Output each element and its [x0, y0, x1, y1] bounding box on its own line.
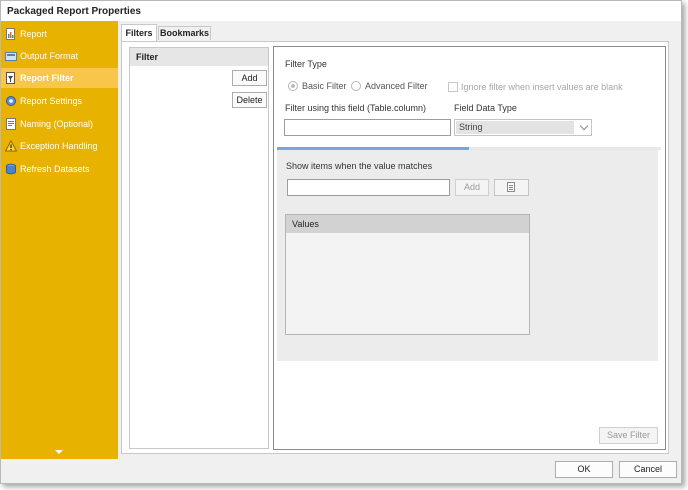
sidebar-item-exception-handling[interactable]: Exception Handling	[1, 136, 118, 156]
output-format-icon	[5, 50, 17, 62]
basic-filter-label: Basic Filter	[302, 81, 347, 91]
chevron-down-icon	[579, 121, 589, 131]
naming-icon	[5, 118, 17, 130]
save-filter-button[interactable]: Save Filter	[599, 427, 658, 444]
sidebar-item-report-filter[interactable]: Report Filter	[1, 68, 118, 88]
sidebar-item-label: Naming (Optional)	[20, 119, 94, 129]
basic-filter-radio[interactable]	[288, 81, 298, 91]
filter-type-label: Filter Type	[285, 59, 327, 69]
document-icon	[507, 182, 515, 192]
advanced-filter-label: Advanced Filter	[365, 81, 428, 91]
match-value-input[interactable]	[287, 179, 450, 196]
dialog-window: Packaged Report Properties Report Output…	[0, 0, 682, 484]
cancel-button[interactable]: Cancel	[619, 461, 677, 478]
add-filter-button[interactable]: Add	[232, 70, 267, 86]
sidebar-item-label: Output Format	[20, 51, 79, 61]
sidebar-item-report[interactable]: Report	[1, 24, 118, 44]
values-list: Values	[285, 214, 530, 335]
values-header: Values	[286, 215, 529, 233]
delete-filter-button[interactable]: Delete	[232, 92, 267, 108]
tab-bookmarks[interactable]: Bookmarks	[158, 26, 211, 40]
sidebar-item-label: Exception Handling	[20, 141, 98, 151]
match-label: Show items when the value matches	[286, 161, 433, 171]
warning-icon	[4, 139, 18, 152]
sidebar-item-refresh-datasets[interactable]: Refresh Datasets	[1, 159, 118, 179]
data-type-select[interactable]: String	[454, 119, 592, 136]
add-value-button[interactable]: Add	[455, 179, 489, 196]
ignore-filter-checkbox[interactable]	[448, 82, 458, 92]
refresh-datasets-icon	[5, 163, 17, 175]
ignore-filter-label: Ignore filter when insert values are bla…	[461, 82, 623, 92]
sidebar-item-report-settings[interactable]: Report Settings	[1, 91, 118, 111]
field-input[interactable]	[284, 119, 451, 136]
scroll-down-icon[interactable]	[55, 450, 63, 454]
report-icon	[5, 28, 17, 40]
field-label: Filter using this field (Table.column)	[285, 103, 427, 113]
ok-button[interactable]: OK	[555, 461, 613, 478]
filters-tab-content: Filter Add Delete Filter Type Basic Filt…	[121, 41, 669, 454]
sidebar-item-label: Report	[20, 29, 48, 39]
title-bar: Packaged Report Properties	[1, 1, 681, 21]
tab-filters[interactable]: Filters	[121, 24, 157, 42]
browse-values-button[interactable]	[494, 179, 529, 196]
sidebar-item-output-format[interactable]: Output Format	[1, 46, 118, 66]
filter-editor-panel: Filter Type Basic Filter Advanced Filter…	[273, 46, 666, 450]
window-title: Packaged Report Properties	[7, 6, 141, 17]
report-settings-icon	[5, 95, 17, 107]
value-match-area: Show items when the value matches Add Va…	[277, 150, 658, 361]
sidebar-item-label: Refresh Datasets	[20, 164, 90, 174]
sidebar: Report Output Format Report Filter Repor…	[1, 21, 118, 459]
data-type-label: Field Data Type	[454, 103, 517, 113]
report-filter-icon	[5, 72, 17, 84]
sidebar-item-label: Report Filter	[20, 73, 74, 83]
advanced-filter-radio[interactable]	[351, 81, 361, 91]
data-type-value: String	[456, 121, 574, 134]
sidebar-item-label: Report Settings	[20, 96, 83, 106]
sidebar-item-naming[interactable]: Naming (Optional)	[1, 114, 118, 134]
filter-list-header: Filter	[130, 48, 268, 66]
